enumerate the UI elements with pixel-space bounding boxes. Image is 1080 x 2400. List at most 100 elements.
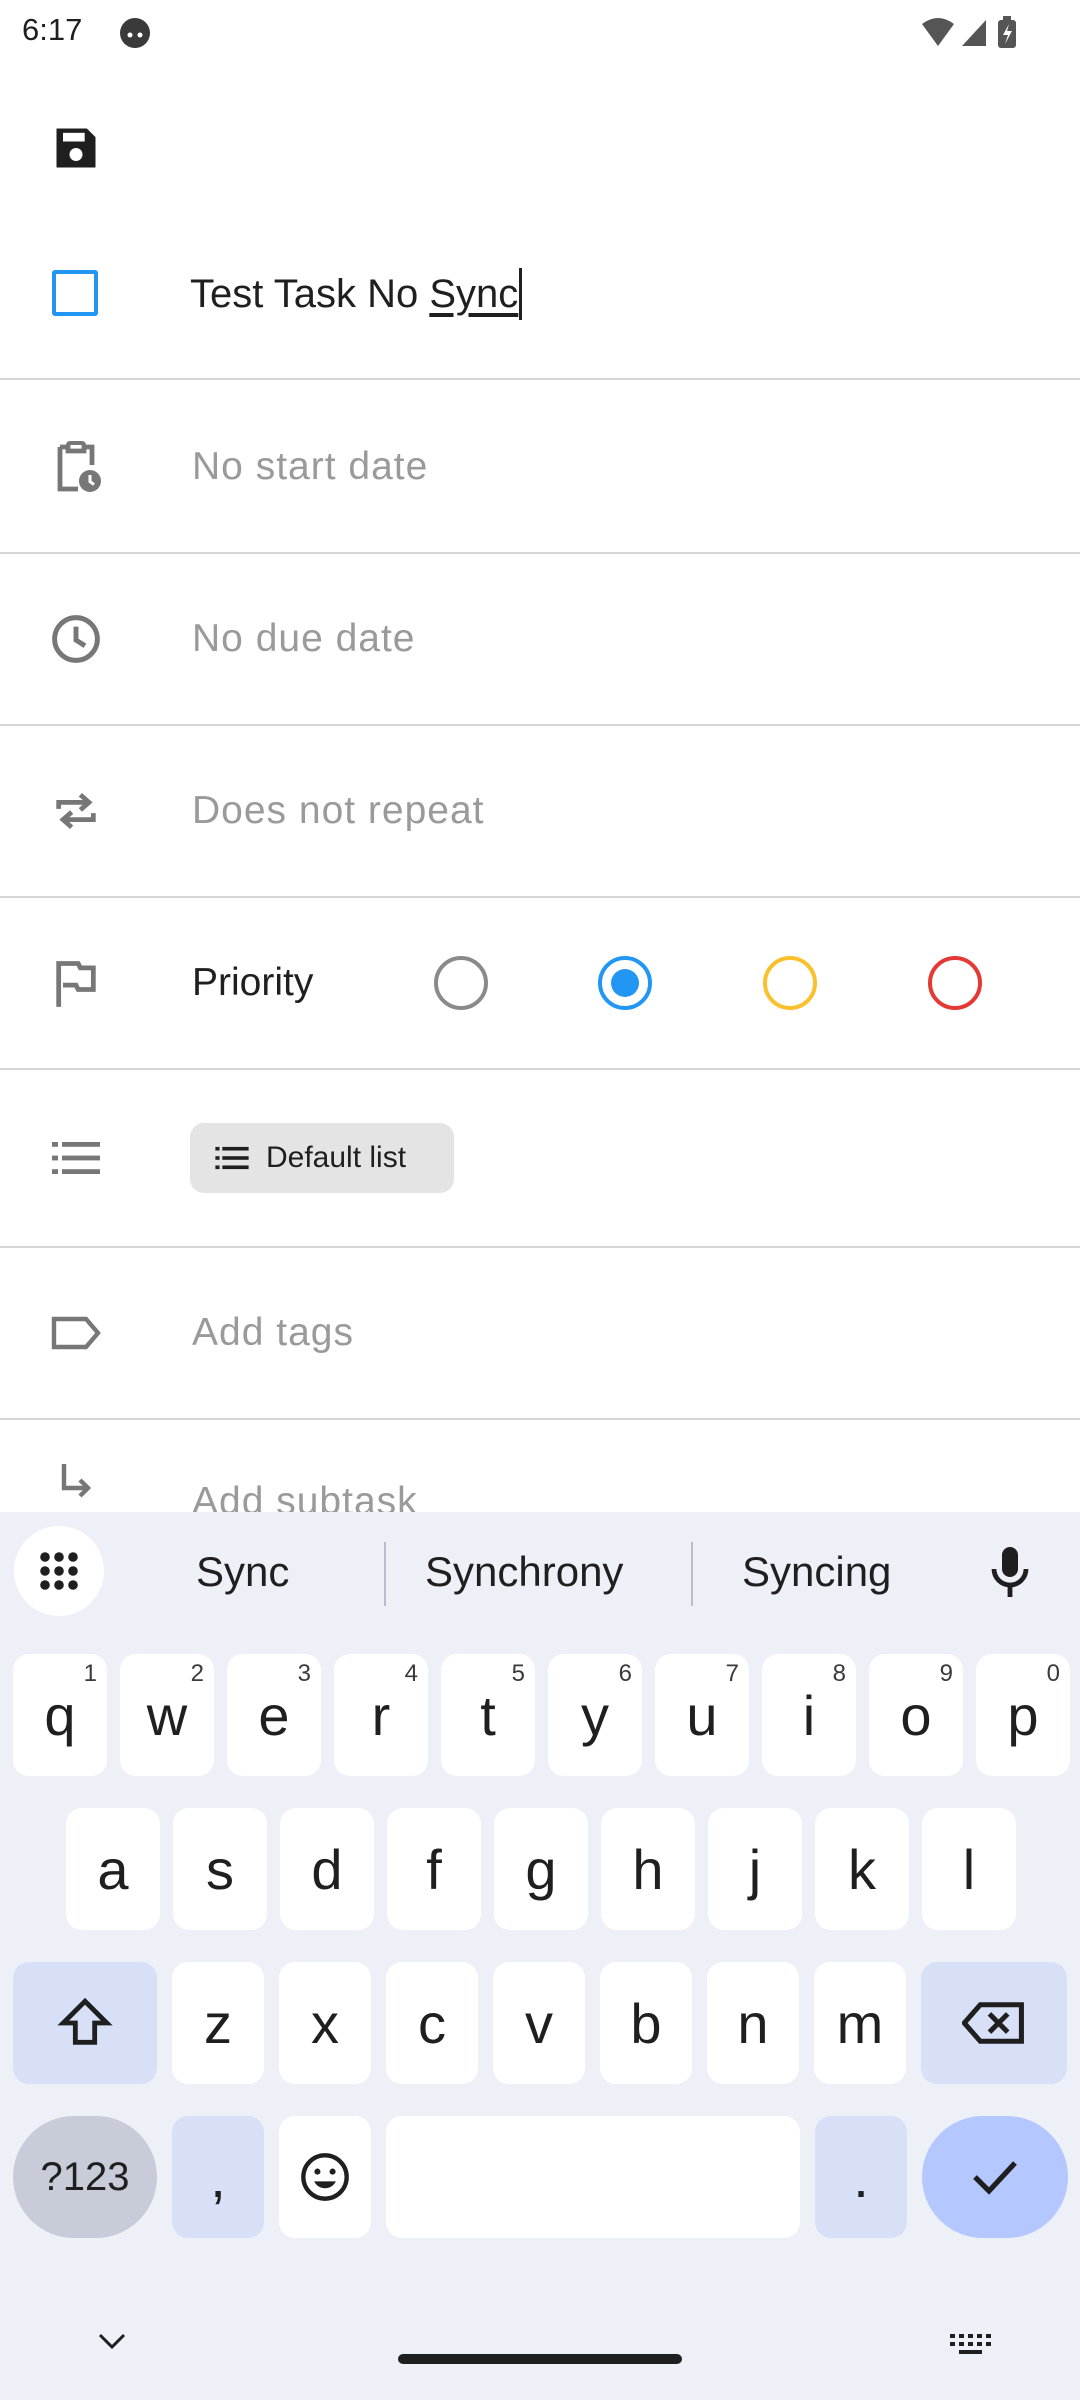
keyboard-nav-bar — [0, 2302, 1080, 2400]
key-j[interactable]: j — [708, 1808, 802, 1930]
suggestion-divider — [384, 1542, 386, 1606]
key-letter: e — [258, 1683, 290, 1747]
priority-low-radio[interactable] — [598, 956, 652, 1010]
key-v[interactable]: v — [493, 1962, 585, 2084]
suggestion-bar: Sync Synchrony Syncing — [0, 1512, 1080, 1636]
keyboard-switch-icon[interactable] — [948, 2332, 992, 2356]
priority-label: Priority — [192, 961, 314, 1004]
key-o[interactable]: o9 — [869, 1654, 963, 1776]
status-bar: 6:17 — [0, 0, 1080, 64]
status-icons — [922, 16, 1016, 48]
text-cursor — [519, 268, 523, 320]
key-letter: y — [581, 1683, 609, 1747]
space-key[interactable] — [386, 2116, 800, 2238]
emoji-key[interactable] — [279, 2116, 371, 2238]
repeat-row[interactable]: Does not repeat — [0, 726, 1080, 898]
complete-checkbox[interactable] — [52, 270, 98, 316]
key-hint: 8 — [832, 1660, 846, 1687]
status-time: 6:17 — [22, 12, 83, 47]
key-letter: q — [44, 1683, 76, 1747]
key-k[interactable]: k — [815, 1808, 909, 1930]
save-icon — [56, 128, 96, 168]
key-u[interactable]: u7 — [655, 1654, 749, 1776]
key-hint: 0 — [1046, 1660, 1060, 1687]
key-letter: r — [371, 1683, 391, 1747]
comma-key[interactable]: , — [172, 2116, 264, 2238]
key-l[interactable]: l — [922, 1808, 1016, 1930]
priority-none-radio[interactable] — [434, 956, 488, 1010]
key-w[interactable]: w2 — [120, 1654, 214, 1776]
flag-icon — [40, 947, 112, 1019]
key-d[interactable]: d — [280, 1808, 374, 1930]
home-gesture-handle[interactable] — [398, 2354, 682, 2364]
shift-key[interactable] — [13, 1962, 157, 2084]
key-m[interactable]: m — [814, 1962, 906, 2084]
task-title-row: Test Task No Sync — [0, 232, 1080, 380]
chevron-down-icon[interactable] — [96, 2330, 128, 2352]
radio-dot — [611, 969, 639, 997]
key-letter: u — [686, 1683, 718, 1747]
done-key[interactable] — [922, 2116, 1068, 2238]
key-letter: o — [900, 1683, 932, 1747]
key-b[interactable]: b — [600, 1962, 692, 2084]
key-hint: 7 — [725, 1660, 739, 1687]
check-icon — [973, 2161, 1017, 2195]
symbols-key[interactable]: ?123 — [13, 2116, 157, 2238]
due-date-text: No due date — [192, 617, 416, 660]
key-g[interactable]: g — [494, 1808, 588, 1930]
task-title-input[interactable]: Test Task No Sync — [190, 262, 523, 326]
key-r[interactable]: r4 — [334, 1654, 428, 1776]
battery-icon — [998, 16, 1016, 48]
key-y[interactable]: y6 — [548, 1654, 642, 1776]
key-p[interactable]: p0 — [976, 1654, 1070, 1776]
save-button[interactable] — [40, 112, 112, 184]
apps-grid-icon — [40, 1552, 78, 1590]
key-n[interactable]: n — [707, 1962, 799, 2084]
key-i[interactable]: i8 — [762, 1654, 856, 1776]
start-date-row[interactable]: No start date — [0, 382, 1080, 554]
default-list-chip[interactable]: Default list — [190, 1123, 454, 1193]
key-letter: p — [1007, 1683, 1039, 1747]
key-letter: t — [480, 1683, 496, 1747]
key-hint: 9 — [939, 1660, 953, 1687]
tags-row[interactable]: Add tags — [0, 1248, 1080, 1420]
key-x[interactable]: x — [279, 1962, 371, 2084]
clipboard-clock-icon — [40, 431, 112, 503]
priority-medium-radio[interactable] — [763, 956, 817, 1010]
backspace-key[interactable] — [921, 1962, 1067, 2084]
key-hint: 5 — [511, 1660, 525, 1687]
priority-row: Priority — [0, 898, 1080, 1070]
list-row: Default list — [0, 1070, 1080, 1248]
wifi-icon — [922, 18, 954, 46]
period-key[interactable]: . — [815, 2116, 907, 2238]
title-text: Test Task No — [190, 271, 430, 316]
suggestion-3[interactable]: Syncing — [742, 1548, 891, 1596]
suggestion-1[interactable]: Sync — [196, 1548, 289, 1596]
repeat-text: Does not repeat — [192, 789, 485, 832]
key-a[interactable]: a — [66, 1808, 160, 1930]
key-letter: w — [146, 1683, 188, 1747]
due-date-row[interactable]: No due date — [0, 554, 1080, 726]
key-t[interactable]: t5 — [441, 1654, 535, 1776]
key-e[interactable]: e3 — [227, 1654, 321, 1776]
key-z[interactable]: z — [172, 1962, 264, 2084]
key-hint: 2 — [190, 1660, 204, 1687]
key-f[interactable]: f — [387, 1808, 481, 1930]
key-hint: 1 — [83, 1660, 97, 1687]
chip-list-icon — [215, 1146, 249, 1170]
key-c[interactable]: c — [386, 1962, 478, 2084]
voice-input-button[interactable] — [980, 1538, 1040, 1608]
key-hint: 6 — [618, 1660, 632, 1687]
key-q[interactable]: q1 — [13, 1654, 107, 1776]
suggestion-2[interactable]: Synchrony — [425, 1548, 623, 1596]
android-icon — [120, 18, 150, 48]
list-icon — [40, 1122, 112, 1194]
key-s[interactable]: s — [173, 1808, 267, 1930]
repeat-icon — [40, 775, 112, 847]
key-h[interactable]: h — [601, 1808, 695, 1930]
priority-high-radio[interactable] — [928, 956, 982, 1010]
signal-icon — [962, 20, 986, 46]
keyboard-menu-button[interactable] — [14, 1526, 104, 1616]
key-hint: 4 — [404, 1660, 418, 1687]
clock-icon — [40, 603, 112, 675]
